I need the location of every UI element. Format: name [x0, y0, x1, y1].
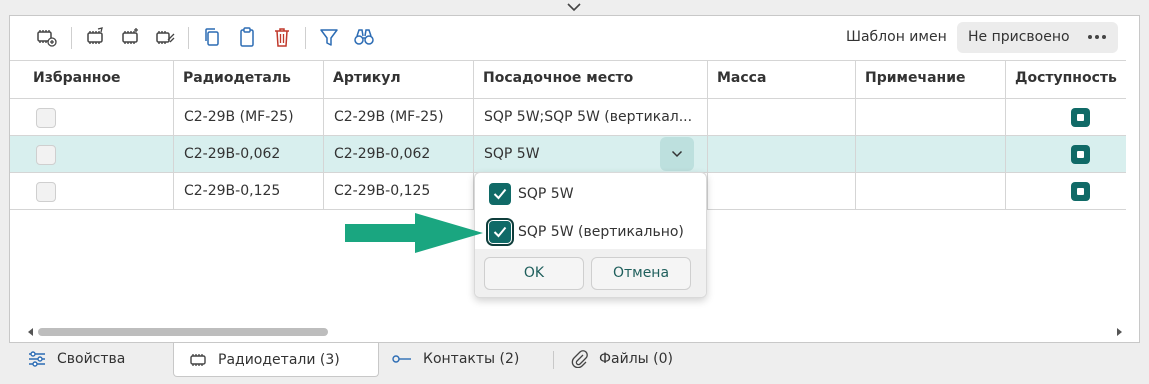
copy-icon[interactable]	[200, 25, 224, 49]
favorite-cell	[24, 99, 174, 135]
option-checkbox[interactable]	[486, 218, 514, 246]
favorite-cell	[24, 173, 174, 209]
tab-parts[interactable]: Радиодетали (3)	[173, 343, 379, 377]
favorite-cell	[24, 136, 174, 172]
footprint-option[interactable]: SQP 5W (вертикально)	[486, 218, 699, 246]
note-cell[interactable]	[856, 173, 1006, 209]
col-note[interactable]: Примечание	[856, 61, 1006, 98]
note-cell[interactable]	[856, 136, 1006, 172]
option-label: SQP 5W (вертикально)	[518, 224, 684, 240]
delete-icon[interactable]	[270, 25, 294, 49]
chevron-down-icon	[671, 150, 683, 158]
option-label: SQP 5W	[518, 186, 574, 202]
table-header: Избранное Радиодеталь Артикул Посадочное…	[10, 60, 1126, 99]
checkmark-icon	[493, 188, 507, 200]
popup-footer: OK Отмена	[475, 249, 706, 297]
article-cell[interactable]: C2-29B-0,125	[324, 173, 474, 209]
chip-icon	[190, 353, 206, 366]
part-cell[interactable]: C2-29B-0,062	[174, 136, 324, 172]
tab-files[interactable]: Файлы (0)	[571, 343, 711, 375]
more-options-icon[interactable]	[1084, 25, 1110, 49]
favorite-checkbox[interactable]	[36, 182, 56, 202]
paperclip-icon	[571, 350, 588, 368]
checkmark-icon	[493, 226, 507, 238]
chip-tag-icon[interactable]	[153, 25, 177, 49]
mass-cell[interactable]	[708, 99, 856, 135]
favorite-checkbox[interactable]	[36, 145, 56, 165]
col-article[interactable]: Артикул	[324, 61, 474, 98]
footprint-dropdown-popup: SQP 5W SQP 5W (вертикально) OK Отмена	[474, 172, 707, 298]
option-checkbox[interactable]	[489, 183, 511, 205]
note-cell[interactable]	[856, 99, 1006, 135]
table-row[interactable]: C2-29B (MF-25) C2-29B (MF-25) SQP 5W;SQP…	[10, 99, 1126, 136]
availability-checkbox[interactable]	[1071, 182, 1090, 201]
col-favorite[interactable]: Избранное	[24, 61, 174, 98]
col-footprint[interactable]: Посадочное место	[474, 61, 708, 98]
ok-button[interactable]: OK	[484, 257, 584, 290]
footprint-value: SQP 5W	[484, 146, 540, 162]
annotation-arrow-icon	[345, 213, 483, 253]
article-cell[interactable]: C2-29B-0,062	[324, 136, 474, 172]
footprint-cell[interactable]: SQP 5W;SQP 5W (вертикал...	[474, 99, 708, 135]
availability-cell	[1006, 99, 1126, 135]
tab-contacts[interactable]: Контакты (2)	[391, 343, 551, 375]
app-window: Шаблон имен Не присвоено Избранное Радио…	[0, 0, 1149, 384]
footprint-dropdown-button[interactable]	[660, 137, 694, 171]
col-part[interactable]: Радиодеталь	[174, 61, 324, 98]
chip-edit-icon[interactable]	[83, 25, 107, 49]
cancel-button[interactable]: Отмена	[591, 257, 691, 290]
tab-label: Свойства	[57, 351, 126, 367]
scroll-right-icon[interactable]	[1114, 327, 1124, 337]
chip-copy-icon[interactable]	[118, 25, 142, 49]
favorite-checkbox[interactable]	[36, 108, 56, 128]
scrollbar-thumb[interactable]	[38, 328, 328, 336]
collapse-chevron-icon[interactable]	[565, 0, 583, 14]
part-cell[interactable]: C2-29B-0,125	[174, 173, 324, 209]
paste-icon[interactable]	[235, 25, 259, 49]
col-mass[interactable]: Масса	[708, 61, 856, 98]
table-row[interactable]: C2-29B-0,062 C2-29B-0,062 SQP 5W	[10, 136, 1126, 173]
scroll-left-icon[interactable]	[26, 327, 36, 337]
col-availability[interactable]: Доступность	[1006, 61, 1126, 98]
name-template-value: Не присвоено	[968, 29, 1070, 45]
name-template-select[interactable]: Не присвоено	[957, 22, 1118, 53]
part-cell[interactable]: C2-29B (MF-25)	[174, 99, 324, 135]
footprint-option[interactable]: SQP 5W	[489, 183, 699, 205]
toolbar: Шаблон имен Не присвоено	[10, 16, 1139, 60]
mass-cell[interactable]	[708, 173, 856, 209]
add-chip-icon[interactable]	[34, 25, 58, 49]
availability-checkbox[interactable]	[1071, 108, 1090, 127]
pin-icon	[392, 355, 411, 363]
availability-cell	[1006, 173, 1126, 209]
tab-label: Файлы (0)	[599, 351, 674, 367]
name-template-label: Шаблон имен	[846, 29, 947, 45]
footprint-cell[interactable]: SQP 5W	[474, 136, 708, 172]
horizontal-scrollbar[interactable]	[24, 326, 1134, 338]
tab-label: Контакты (2)	[423, 351, 520, 367]
availability-checkbox[interactable]	[1071, 145, 1090, 164]
tab-label: Радиодетали (3)	[218, 351, 340, 368]
mass-cell[interactable]	[708, 136, 856, 172]
tab-properties[interactable]: Свойства	[27, 343, 177, 375]
filter-icon[interactable]	[317, 25, 341, 49]
article-cell[interactable]: C2-29B (MF-25)	[324, 99, 474, 135]
binoculars-icon[interactable]	[352, 25, 376, 49]
sliders-icon	[29, 351, 45, 367]
availability-cell	[1006, 136, 1126, 172]
bottom-tabs: Свойства Радиодетали (3) Контакты (2) Фа…	[9, 343, 1140, 377]
